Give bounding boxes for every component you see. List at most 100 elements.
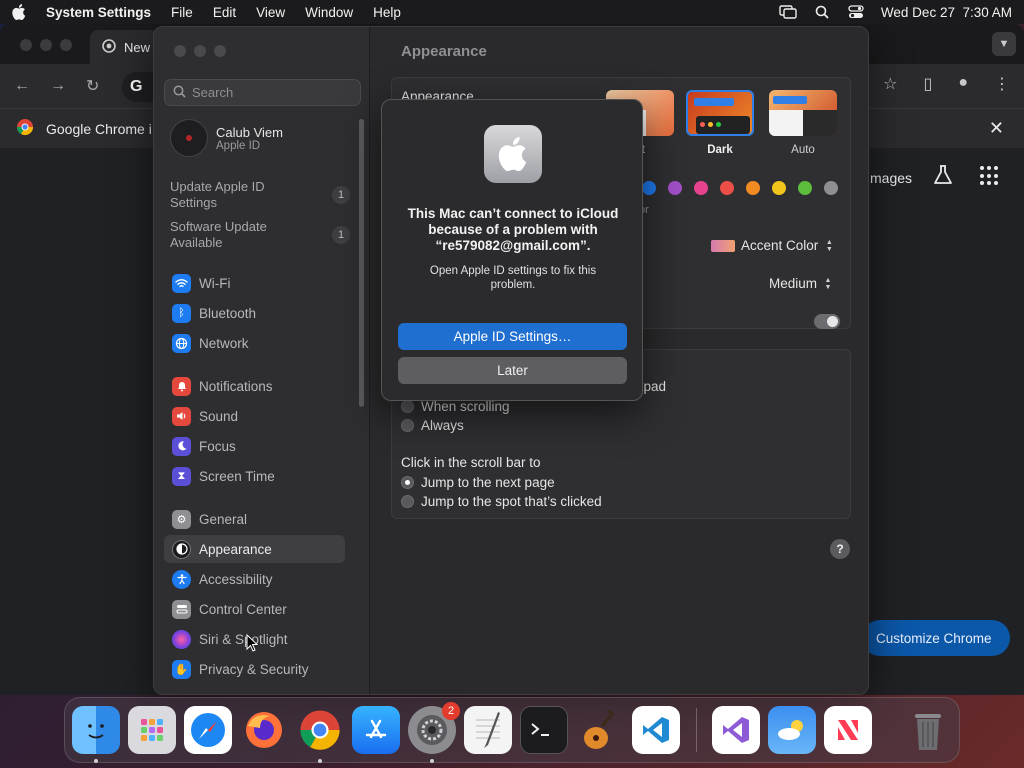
bookmark-star-icon[interactable]: ☆ (883, 74, 897, 94)
sidebar-scrollbar[interactable] (359, 119, 364, 407)
accent-purple-swatch[interactable] (668, 181, 682, 195)
avatar (170, 119, 208, 157)
software-update-notice[interactable]: Software Update Available 1 (170, 219, 350, 251)
images-link[interactable]: mages (870, 170, 912, 186)
customize-chrome-button[interactable]: Customize Chrome (862, 620, 1010, 656)
settings-search-field[interactable] (164, 79, 361, 106)
side-panel-icon[interactable]: ▯ (924, 74, 933, 94)
menu-window[interactable]: Window (305, 5, 353, 20)
accent-orange-swatch[interactable] (746, 181, 760, 195)
dock-app-store[interactable] (352, 706, 400, 754)
sidebar-item-appearance[interactable]: Appearance (164, 535, 345, 563)
back-arrow-icon[interactable]: ← (14, 77, 30, 95)
theme-dark-thumbnail[interactable] (686, 90, 754, 136)
dock-trash[interactable] (904, 706, 952, 754)
accent-green-swatch[interactable] (798, 181, 812, 195)
wifi-icon (172, 273, 191, 293)
sidebar-item-focus[interactable]: Focus (164, 432, 345, 460)
dock-visual-studio-code[interactable] (632, 706, 680, 754)
apple-menu-icon[interactable] (12, 4, 28, 20)
dock-garageband[interactable] (576, 706, 624, 754)
dock-terminal[interactable] (520, 706, 568, 754)
dock-launchpad[interactable] (128, 706, 176, 754)
accent-blue-swatch[interactable] (642, 181, 656, 195)
accent-graphite-swatch[interactable] (824, 181, 838, 195)
menubar-clock[interactable]: Wed Dec 27 7:30 AM (881, 5, 1012, 20)
sidebar-item-general[interactable]: ⚙ General (164, 505, 345, 533)
sidebar-item-sound[interactable]: Sound (164, 402, 345, 430)
sidebar-item-label: Appearance (199, 541, 272, 557)
screen-mirroring-icon[interactable] (779, 5, 797, 19)
notice-count-badge: 1 (332, 226, 350, 244)
sidebar-icon-size-popup[interactable]: Medium ▲ ▼ (769, 276, 833, 291)
dock-google-chrome[interactable] (296, 706, 344, 754)
alert-title: This Mac can’t connect to iCloud because… (407, 206, 619, 253)
minimize-window-button[interactable] (194, 45, 206, 57)
dock-visual-studio[interactable] (712, 706, 760, 754)
update-apple-id-notice[interactable]: Update Apple ID Settings 1 (170, 179, 350, 211)
dock-safari[interactable] (184, 706, 232, 754)
radio-jump-spot-clicked[interactable]: Jump to the spot that’s clicked (401, 494, 602, 509)
menu-edit[interactable]: Edit (213, 5, 236, 20)
apple-id-profile[interactable]: Calub Viem Apple ID (170, 119, 283, 157)
radio-when-scrolling[interactable]: When scrolling (401, 399, 510, 414)
profile-icon[interactable]: ● (958, 74, 968, 94)
dock-finder[interactable] (72, 706, 120, 754)
close-window-button[interactable] (20, 39, 32, 51)
dock-news[interactable] (824, 706, 872, 754)
accent-yellow-swatch[interactable] (772, 181, 786, 195)
radio-label: When scrolling (421, 399, 510, 414)
infobar-close-icon[interactable]: ✕ (989, 118, 1004, 139)
sidebar-item-bluetooth[interactable]: ᛒ Bluetooth (164, 299, 345, 327)
radio-always[interactable]: Always (401, 418, 464, 433)
help-button[interactable]: ? (830, 539, 850, 559)
running-indicator (94, 759, 98, 763)
page-title: Appearance (401, 43, 487, 60)
dock: 2 (64, 697, 960, 763)
chrome-tab-favicon-icon (102, 38, 116, 56)
sidebar-item-control-center[interactable]: Control Center (164, 595, 345, 623)
menu-help[interactable]: Help (373, 5, 401, 20)
control-center-icon[interactable] (847, 5, 865, 19)
forward-arrow-icon[interactable]: → (50, 77, 66, 95)
sidebar-item-wifi[interactable]: Wi-Fi (164, 269, 345, 297)
moon-icon (172, 436, 191, 456)
sidebar-item-screen-time[interactable]: ⧗ Screen Time (164, 462, 345, 490)
dock-firefox[interactable] (240, 706, 288, 754)
radio-jump-next-page[interactable]: Jump to the next page (401, 475, 555, 490)
menu-file[interactable]: File (171, 5, 193, 20)
radio-circle (401, 400, 414, 413)
close-window-button[interactable] (174, 45, 186, 57)
sidebar-item-notifications[interactable]: Notifications (164, 372, 345, 400)
accent-red-swatch[interactable] (720, 181, 734, 195)
control-center-icon (172, 599, 191, 619)
search-input[interactable] (192, 85, 352, 100)
zoom-window-button[interactable] (214, 45, 226, 57)
later-button[interactable]: Later (398, 357, 627, 384)
theme-auto-thumbnail[interactable] (769, 90, 837, 136)
sidebar-item-privacy-security[interactable]: ✋ Privacy & Security (164, 655, 345, 683)
globe-icon (172, 333, 191, 353)
reload-icon[interactable]: ↻ (86, 76, 99, 96)
sidebar-item-network[interactable]: Network (164, 329, 345, 357)
highlight-color-label: Accent Color (741, 238, 819, 253)
sidebar-item-accessibility[interactable]: Accessibility (164, 565, 345, 593)
settings-sidebar: Calub Viem Apple ID Update Apple ID Sett… (154, 27, 370, 694)
dock-textedit[interactable] (464, 706, 512, 754)
speaker-icon (172, 406, 191, 426)
labs-flask-icon[interactable] (932, 164, 954, 186)
dock-weather[interactable] (768, 706, 816, 754)
menu-app-name[interactable]: System Settings (46, 5, 151, 20)
zoom-window-button[interactable] (60, 39, 72, 51)
wallpaper-tinting-toggle[interactable] (814, 314, 840, 329)
sidebar-item-label: Notifications (199, 378, 273, 394)
apple-id-settings-button[interactable]: Apple ID Settings… (398, 323, 627, 350)
spotlight-search-icon[interactable] (813, 5, 831, 19)
menu-view[interactable]: View (256, 5, 285, 20)
accent-pink-swatch[interactable] (694, 181, 708, 195)
google-apps-icon[interactable] (980, 166, 1000, 186)
tab-search-chevron-icon[interactable]: ▼ (992, 32, 1016, 56)
minimize-window-button[interactable] (40, 39, 52, 51)
highlight-color-popup[interactable]: Accent Color ▲ ▼ (711, 238, 834, 253)
chrome-menu-icon[interactable]: ⋮ (994, 74, 1010, 94)
